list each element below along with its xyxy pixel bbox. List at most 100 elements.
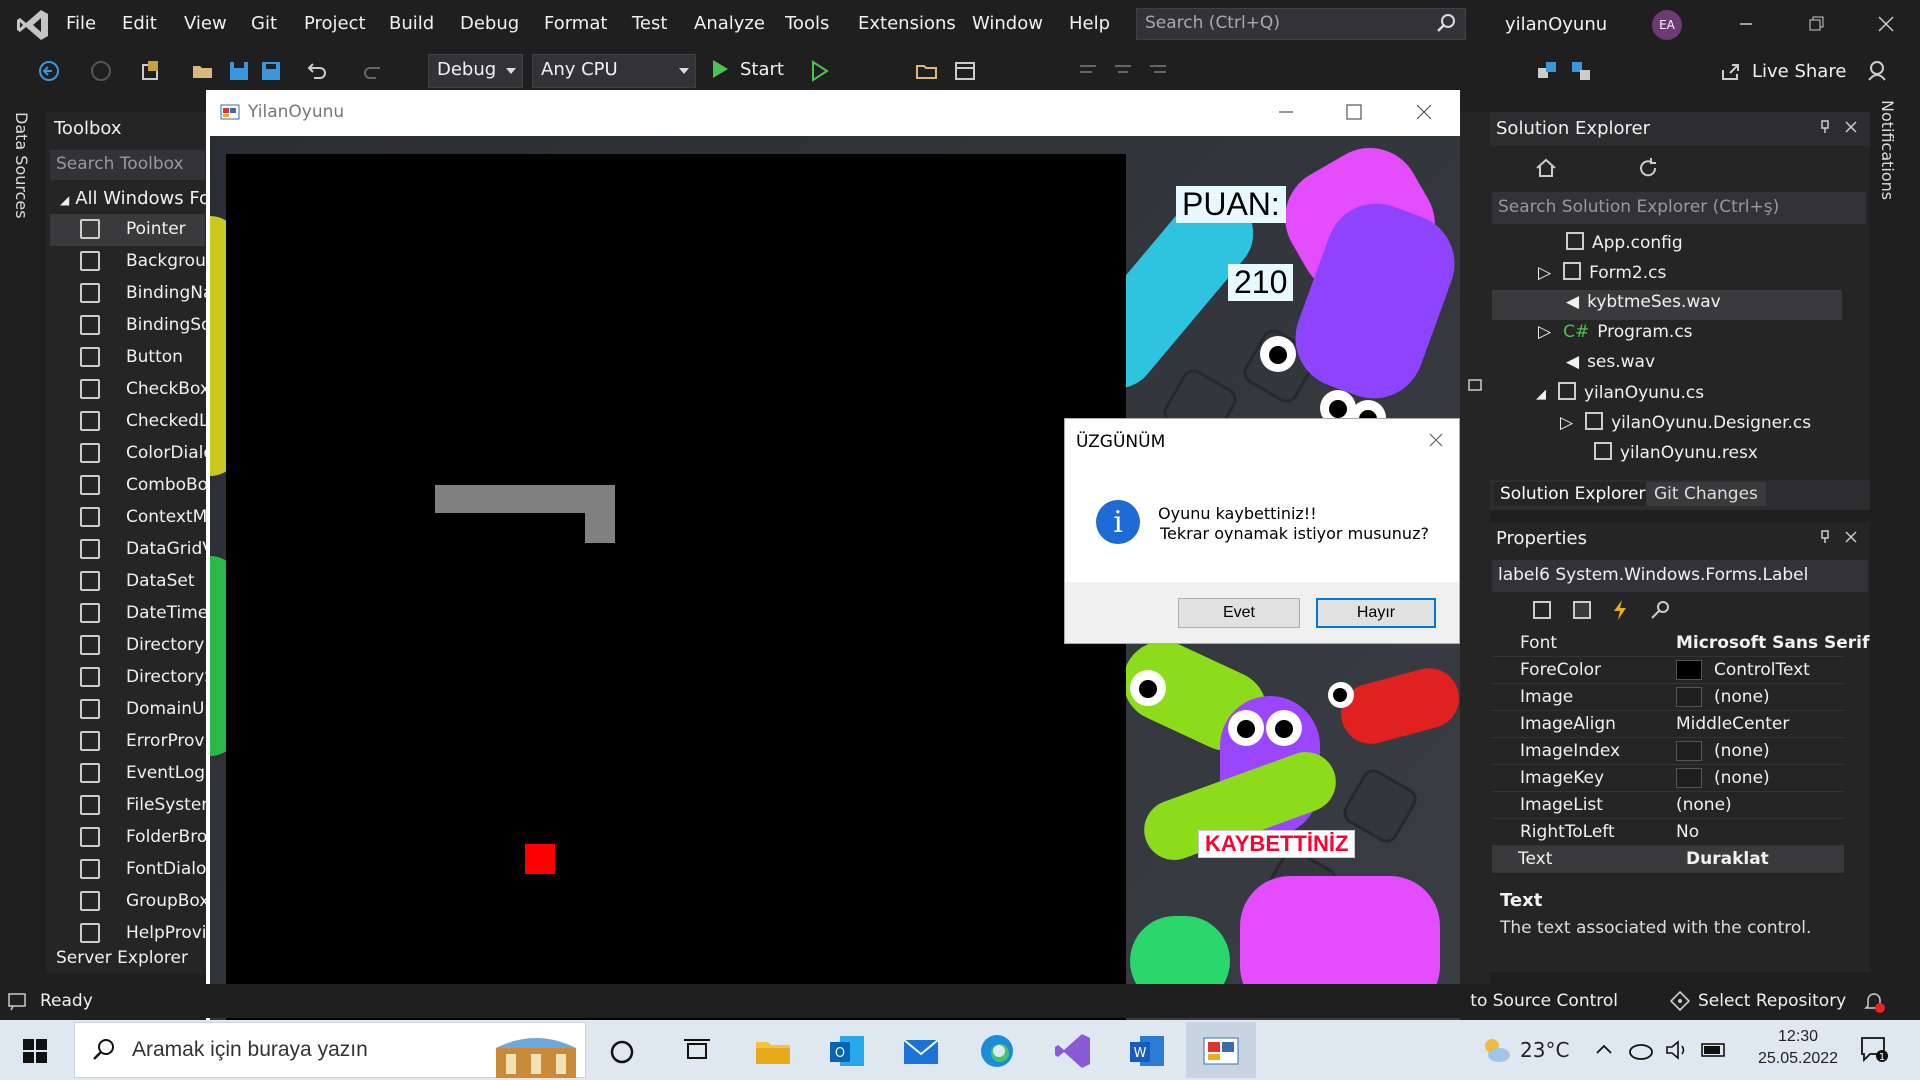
tab-git-changes[interactable]: Git Changes (1646, 482, 1766, 506)
no-button[interactable]: Hayır (1316, 598, 1436, 628)
toolbox-item[interactable]: DirectoryEntry (50, 630, 226, 662)
mail-icon[interactable] (900, 1030, 942, 1072)
visual-studio-taskbar-icon[interactable] (1052, 1030, 1094, 1072)
close-icon[interactable] (1412, 100, 1436, 124)
restore-icon[interactable] (1466, 376, 1484, 394)
platform-select[interactable]: Any CPU (532, 54, 696, 88)
forward-icon[interactable] (88, 58, 114, 84)
align-right-icon[interactable] (1144, 58, 1170, 84)
property-pages-icon[interactable] (1648, 598, 1672, 622)
property-row-selected[interactable]: Text Duraklat (1492, 846, 1844, 873)
menu-build[interactable]: Build (389, 13, 434, 34)
events-icon[interactable] (1608, 598, 1632, 622)
properties-object-select[interactable]: label6 System.Windows.Forms.Label (1492, 560, 1868, 592)
onedrive-icon[interactable] (1628, 1038, 1654, 1062)
toolbox-item[interactable]: BindingNavigator (50, 278, 226, 310)
file-explorer-icon[interactable] (752, 1030, 794, 1072)
server-explorer-tab[interactable]: Server Explorer (56, 948, 188, 968)
solution-item[interactable]: App.config (1566, 232, 1683, 262)
game-app-taskbar-icon[interactable] (1200, 1030, 1242, 1072)
open-folder-icon[interactable] (190, 58, 216, 84)
solution-item[interactable]: yilanOyunu.resx (1594, 442, 1758, 472)
menu-extensions[interactable]: Extensions (858, 13, 956, 34)
toolbox-item[interactable]: Button (50, 342, 205, 374)
property-row[interactable]: RightToLeft No (1492, 819, 1844, 846)
toolbox-item[interactable]: FolderBrowserDialog (50, 822, 226, 854)
redo-icon[interactable] (360, 58, 386, 84)
new-project-icon[interactable] (138, 58, 164, 84)
toolbox-item[interactable]: EventLog (50, 758, 205, 790)
volume-icon[interactable] (1664, 1038, 1690, 1062)
menu-view[interactable]: View (184, 13, 227, 34)
output-icon[interactable] (6, 990, 28, 1012)
close-icon[interactable] (1874, 12, 1898, 36)
restore-icon[interactable] (1804, 12, 1828, 36)
yes-button[interactable]: Evet (1178, 598, 1300, 628)
minimize-icon[interactable] (1734, 12, 1758, 36)
toolbox-item[interactable]: CheckBox (50, 374, 210, 406)
property-row[interactable]: Font Microsoft Sans Serif (1492, 630, 1869, 657)
categorized-icon[interactable] (1530, 598, 1554, 622)
toolbox-item[interactable]: ColorDialog (50, 438, 225, 470)
data-sources-tab[interactable]: Data Sources (12, 112, 31, 219)
menu-analyze[interactable]: Analyze (694, 13, 765, 34)
menu-test[interactable]: Test (632, 13, 667, 34)
chevron-up-icon[interactable] (1594, 1040, 1614, 1060)
menu-window[interactable]: Window (972, 13, 1043, 34)
menu-tools[interactable]: Tools (785, 13, 829, 34)
properties-icon[interactable] (1570, 598, 1594, 622)
close-icon[interactable] (1844, 530, 1858, 544)
save-all-icon[interactable] (258, 58, 284, 84)
toolbox-item[interactable]: BackgroundWorker (50, 246, 226, 278)
toolbox-search-input[interactable]: Search Toolbox (50, 150, 205, 180)
solution-config-select[interactable]: Debug (428, 54, 523, 88)
action-center-icon[interactable]: 1 (1858, 1034, 1888, 1064)
task-view-icon[interactable] (682, 1036, 712, 1066)
tab-solution-explorer[interactable]: Solution Explorer (1494, 482, 1652, 506)
close-icon[interactable] (1844, 120, 1858, 134)
vs-search-input[interactable]: Search (Ctrl+Q) (1136, 8, 1466, 40)
toolbox-item[interactable]: ErrorProvider (50, 726, 226, 758)
toolbox-item[interactable]: DirectorySearcher (50, 662, 226, 694)
toolbox-item[interactable]: BindingSource (50, 310, 226, 342)
property-row[interactable]: ImageIndex (none) (1492, 738, 1844, 765)
menu-file[interactable]: File (66, 13, 96, 34)
taskbar-clock[interactable]: 12:30 25.05.2022 (1758, 1026, 1838, 1070)
notifications-tab[interactable]: Notifications (1878, 100, 1897, 200)
notification-bell-icon[interactable] (1862, 990, 1886, 1014)
toolbox-item[interactable]: FontDialog (50, 854, 217, 886)
home-icon[interactable] (1534, 156, 1558, 180)
toolbox-item[interactable]: GroupBox (50, 886, 209, 918)
pin-icon[interactable] (1818, 530, 1832, 544)
arrange-icon[interactable] (1534, 58, 1560, 84)
solution-item[interactable]: ◀ kybtmeSes.wav (1566, 292, 1721, 322)
menu-debug[interactable]: Debug (460, 13, 519, 34)
word-icon[interactable]: W (1126, 1030, 1168, 1072)
cortana-icon[interactable] (608, 1038, 636, 1066)
property-row[interactable]: ForeColor ControlText (1492, 657, 1844, 684)
solution-item[interactable]: ◀ ses.wav (1566, 352, 1655, 382)
menu-project[interactable]: Project (304, 13, 366, 34)
battery-icon[interactable] (1700, 1040, 1728, 1060)
property-row[interactable]: ImageList (none) (1492, 792, 1844, 819)
toolbox-item[interactable]: DateTimePicker (50, 598, 226, 630)
menu-help[interactable]: Help (1069, 13, 1110, 34)
minimize-icon[interactable] (1274, 100, 1298, 124)
property-row[interactable]: Image (none) (1492, 684, 1844, 711)
windows-start-icon[interactable] (22, 1038, 48, 1064)
add-to-source-control[interactable]: Add to Source Control (1466, 991, 1618, 1011)
close-icon[interactable] (1426, 430, 1446, 450)
property-row[interactable]: ImageAlign MiddleCenter (1492, 711, 1844, 738)
feedback-icon[interactable] (1864, 58, 1890, 84)
menu-edit[interactable]: Edit (122, 13, 157, 34)
align-center-icon[interactable] (1110, 58, 1136, 84)
weather-widget[interactable]: 23°C (1480, 1034, 1569, 1066)
solution-item[interactable]: ▷ Form2.cs (1538, 262, 1666, 292)
outlook-icon[interactable]: O (826, 1030, 868, 1072)
solution-item[interactable]: ◢ yilanOyunu.cs (1536, 382, 1704, 412)
back-icon[interactable] (36, 58, 62, 84)
arrange-back-icon[interactable] (1568, 58, 1594, 84)
solution-explorer-search[interactable]: Search Solution Explorer (Ctrl+ş) (1492, 192, 1866, 224)
solution-item[interactable]: ▷ C# Program.cs (1538, 322, 1693, 352)
toolbox-item[interactable]: FileSystemWatcher (50, 790, 226, 822)
